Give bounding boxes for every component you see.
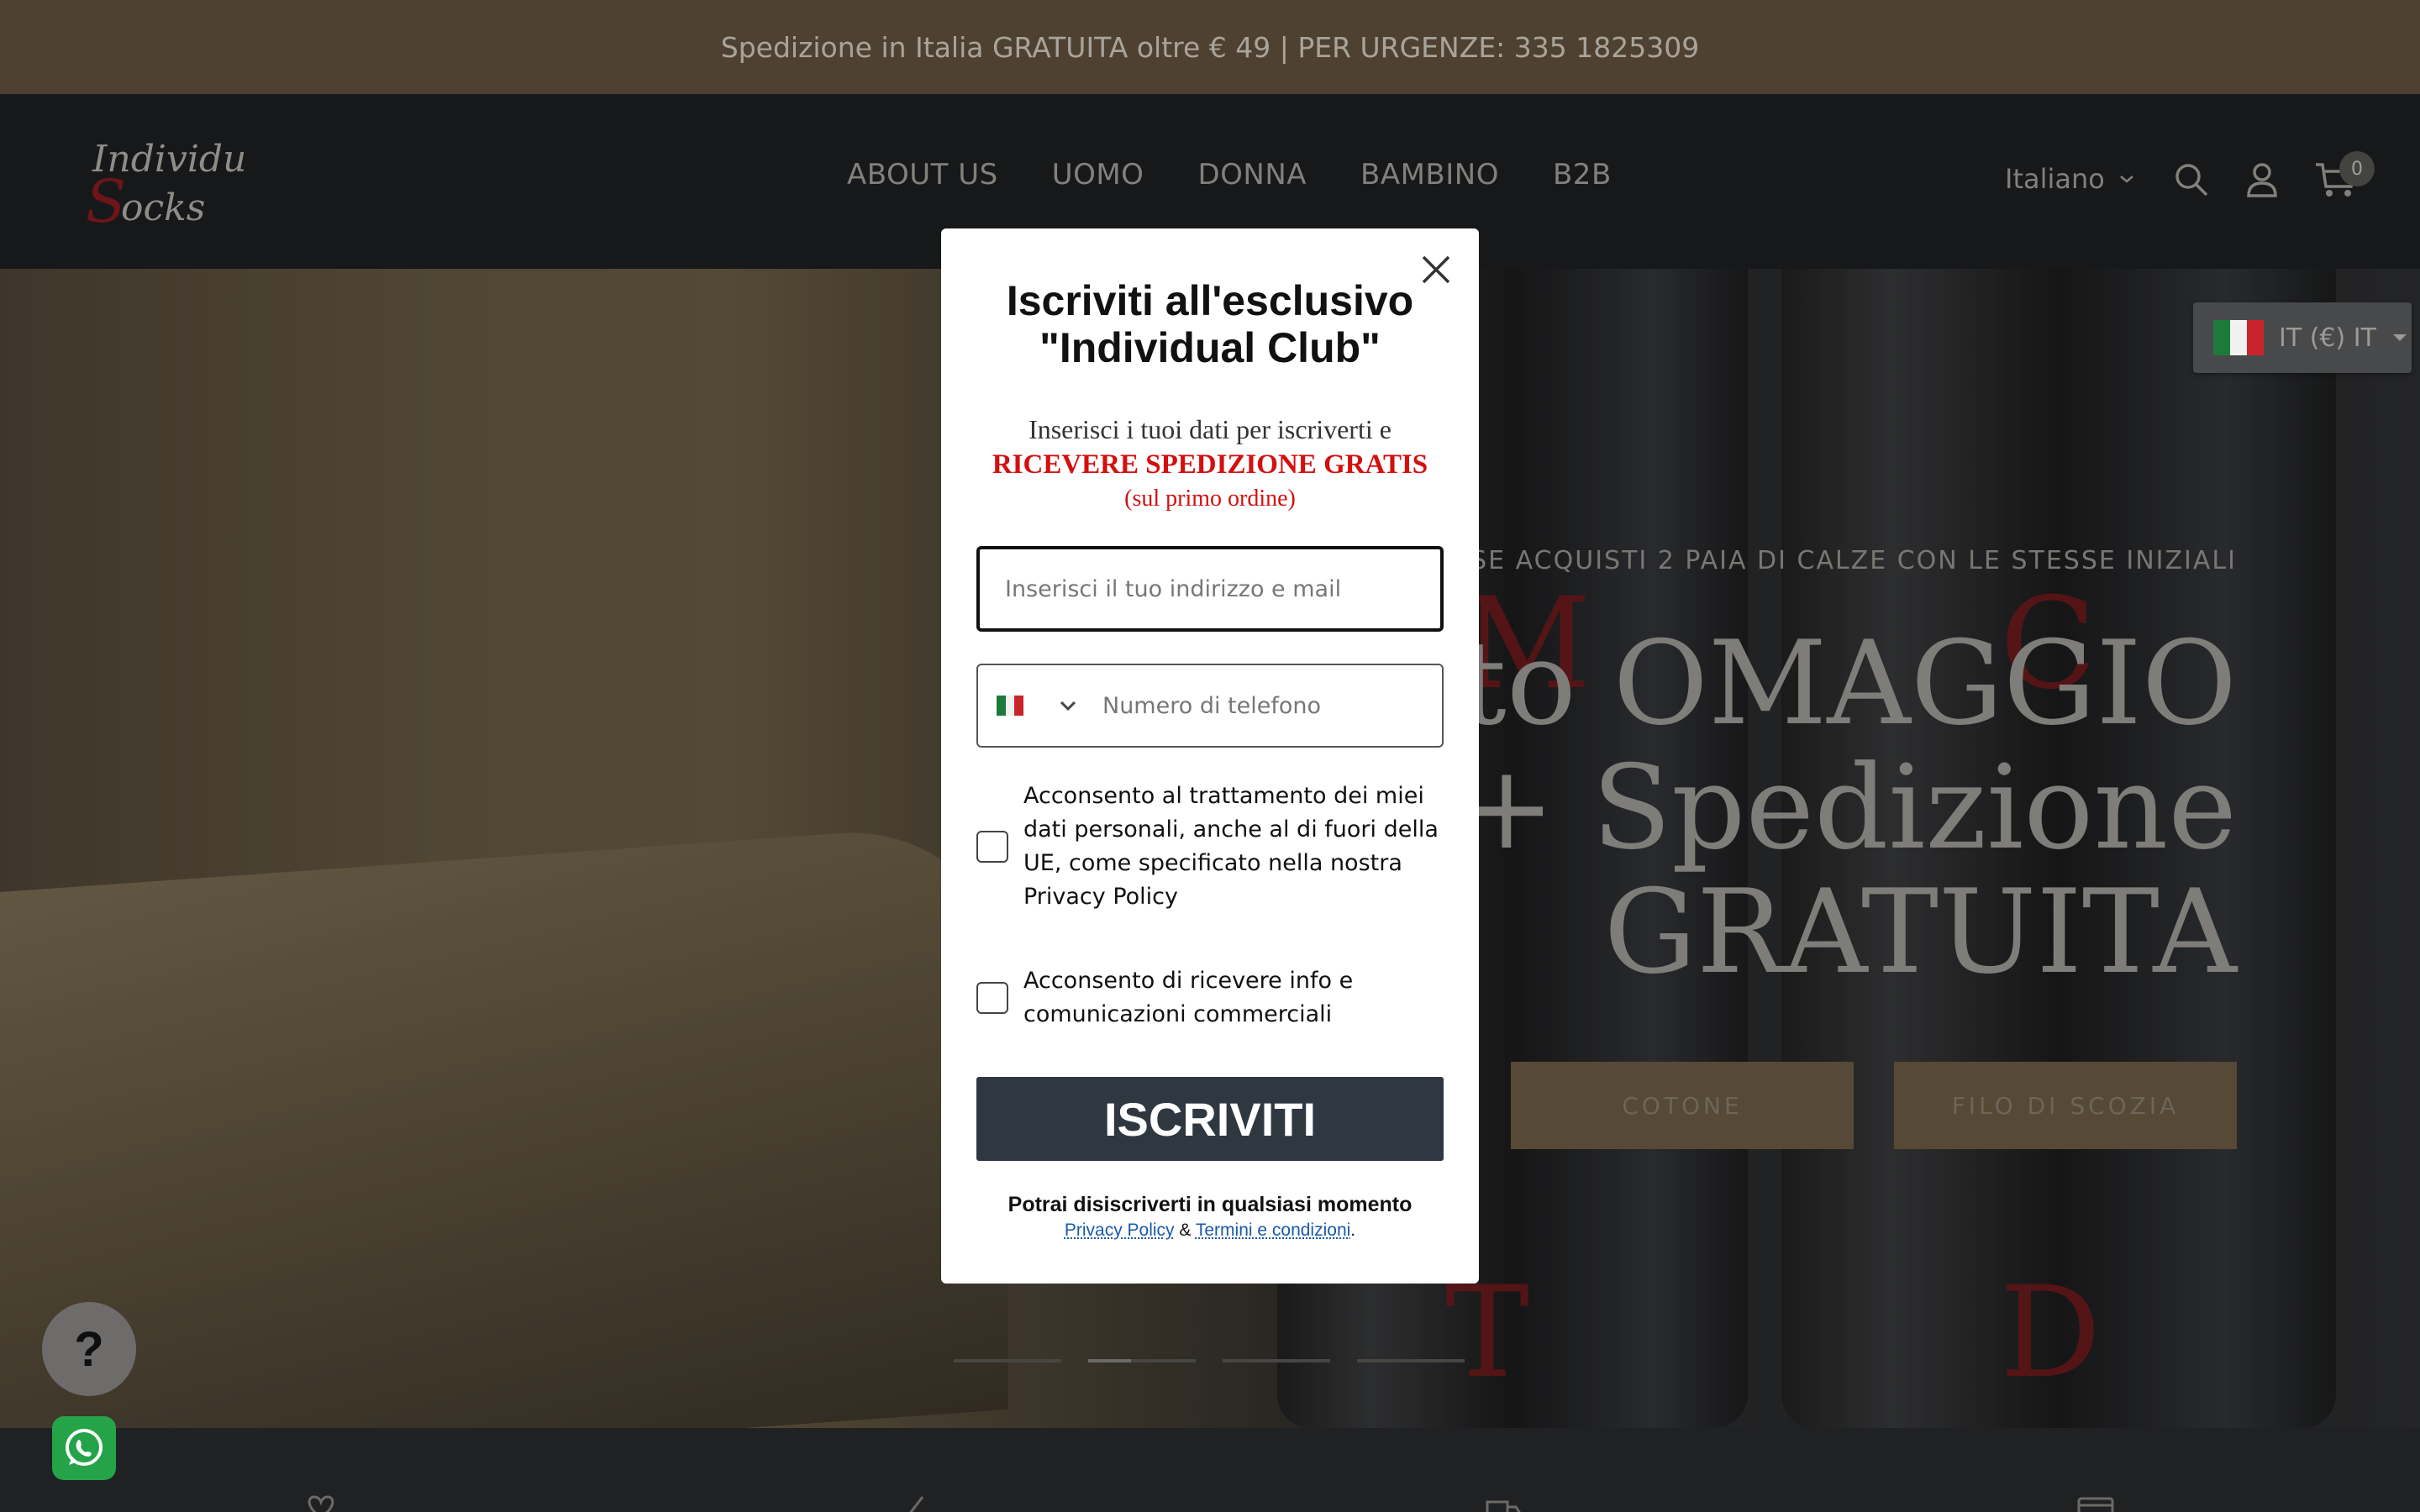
whatsapp-button[interactable] — [52, 1416, 116, 1480]
privacy-policy-link[interactable]: Privacy Policy — [1065, 1221, 1175, 1240]
chevron-down-icon — [1060, 701, 1076, 711]
italy-flag-icon — [997, 696, 1024, 716]
currency-label: IT (€) IT — [2279, 323, 2376, 353]
consent-privacy-label: Acconsento al trattamento dei miei dati … — [1023, 783, 1439, 910]
modal-title: Iscriviti all'esclusivo "Individual Club… — [941, 277, 1479, 371]
help-button[interactable]: ? — [42, 1302, 136, 1396]
email-field[interactable]: Inserisci il tuo indirizzo e mail — [976, 546, 1444, 632]
email-placeholder: Inserisci il tuo indirizzo e mail — [1005, 575, 1342, 602]
legal-links: Privacy Policy & Termini e condizioni. — [941, 1218, 1479, 1243]
modal-title-line-2: "Individual Club" — [1039, 324, 1381, 371]
unsubscribe-note: Potrai disiscriverti in qualsiasi moment… — [1007, 1193, 1413, 1216]
links-separator: & — [1179, 1221, 1192, 1240]
phone-field[interactable]: Numero di telefono — [976, 664, 1444, 748]
italy-flag-icon — [2213, 320, 2264, 355]
phone-placeholder: Numero di telefono — [1102, 692, 1322, 719]
caret-down-icon — [2392, 334, 2407, 341]
subscribe-button[interactable]: ISCRIVITI — [976, 1077, 1444, 1161]
terms-link[interactable]: Termini e condizioni — [1196, 1221, 1350, 1240]
modal-subtitle-line-1: Inserisci i tuoi dati per iscriverti e — [1028, 414, 1392, 444]
consent-marketing-row: Acconsento di ricevere info e comunicazi… — [976, 964, 1444, 1032]
whatsapp-icon — [66, 1429, 103, 1466]
modal-footer: Potrai disiscriverti in qualsiasi moment… — [941, 1191, 1479, 1243]
links-period: . — [1350, 1221, 1356, 1240]
consent-privacy-row: Acconsento al trattamento dei miei dati … — [976, 780, 1444, 914]
country-code-select[interactable] — [978, 665, 1102, 746]
currency-selector[interactable]: IT (€) IT — [2193, 302, 2412, 373]
modal-title-line-1: Iscriviti all'esclusivo — [1006, 277, 1414, 324]
modal-subtitle: Inserisci i tuoi dati per iscriverti e R… — [941, 412, 1479, 516]
consent-marketing-label: Acconsento di ricevere info e comunicazi… — [1023, 968, 1354, 1027]
signup-modal: Iscriviti all'esclusivo "Individual Club… — [941, 228, 1479, 1284]
modal-subtitle-offer: RICEVERE SPEDIZIONE GRATIS — [992, 449, 1428, 480]
consent-marketing-checkbox[interactable] — [976, 982, 1008, 1014]
modal-subtitle-note: (sul primo ordine) — [1124, 486, 1296, 512]
consent-privacy-checkbox[interactable] — [976, 831, 1008, 863]
